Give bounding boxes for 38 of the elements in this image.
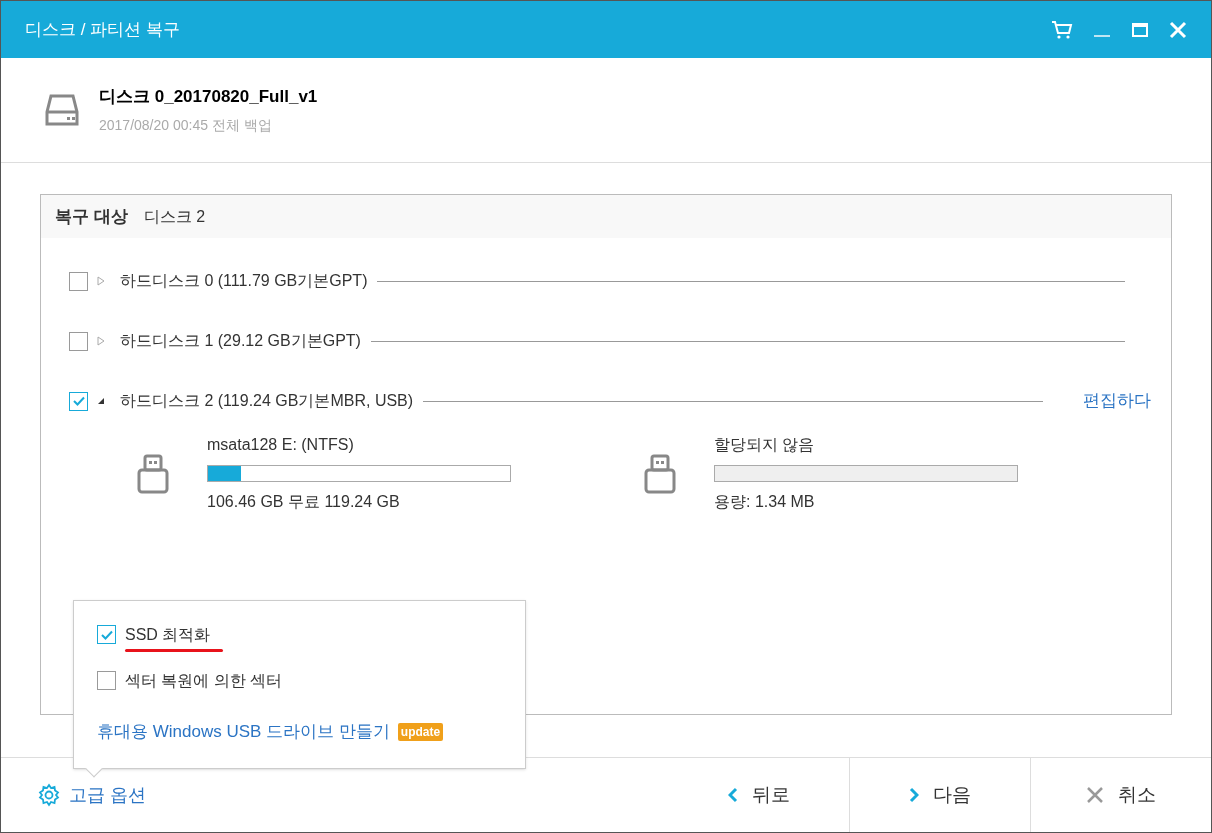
backup-subtitle: 2017/08/20 00:45 전체 백업 <box>99 116 273 136</box>
checkbox[interactable] <box>97 671 116 690</box>
maximize-icon[interactable] <box>1131 20 1149 39</box>
hard-drive-icon <box>45 92 79 128</box>
window-title: 디스크 / 파티션 복구 <box>25 18 180 41</box>
usb-drive-icon <box>137 453 169 494</box>
update-badge: update <box>397 722 444 741</box>
option-label: 섹터 복원에 의한 섹터 <box>125 671 283 690</box>
partition-caption: 용량: 1.34 MB <box>714 492 816 512</box>
checkbox[interactable] <box>97 625 116 644</box>
back-button[interactable]: 뒤로 <box>668 758 849 832</box>
partition-name: 할당되지 않음 <box>714 435 816 455</box>
close-icon[interactable] <box>1169 20 1187 39</box>
checkmark-icon <box>100 629 113 640</box>
edit-link[interactable]: 편집하다 <box>1083 388 1151 414</box>
close-icon <box>1086 786 1104 804</box>
checkbox[interactable] <box>69 331 88 351</box>
backup-name: 디스크 0_20170820_Full_v1 <box>99 85 318 108</box>
checkmark-icon <box>72 396 85 406</box>
checkbox[interactable] <box>69 391 88 411</box>
cart-icon[interactable] <box>1051 19 1073 40</box>
option-label: SSD 최적화 <box>125 625 212 644</box>
usb-drive-icon <box>644 453 676 494</box>
next-button[interactable]: 다음 <box>849 758 1030 832</box>
disk-label: 하드디스크 1 (29.12 GB기본GPT) <box>120 331 361 351</box>
settings-icon <box>37 783 61 807</box>
partition-name: msata128 E: (NTFS) <box>207 435 355 455</box>
chevron-left-icon <box>727 787 738 803</box>
target-value: 디스크 2 <box>143 206 206 227</box>
partition-caption: 106.46 GB 무료 119.24 GB <box>207 492 401 512</box>
advanced-options-button[interactable]: 고급 옵션 <box>1 758 146 832</box>
target-label: 복구 대상 <box>55 205 128 228</box>
chevron-right-icon <box>909 787 919 803</box>
disk-label: 하드디스크 0 (111.79 GB기본GPT) <box>120 271 368 291</box>
cancel-button[interactable]: 취소 <box>1030 758 1211 832</box>
create-usb-link[interactable]: 휴대용 Windows USB 드라이브 만들기 <box>97 719 390 745</box>
checkbox[interactable] <box>69 271 88 291</box>
disk-label: 하드디스크 2 (119.24 GB기본MBR, USB) <box>120 391 414 411</box>
